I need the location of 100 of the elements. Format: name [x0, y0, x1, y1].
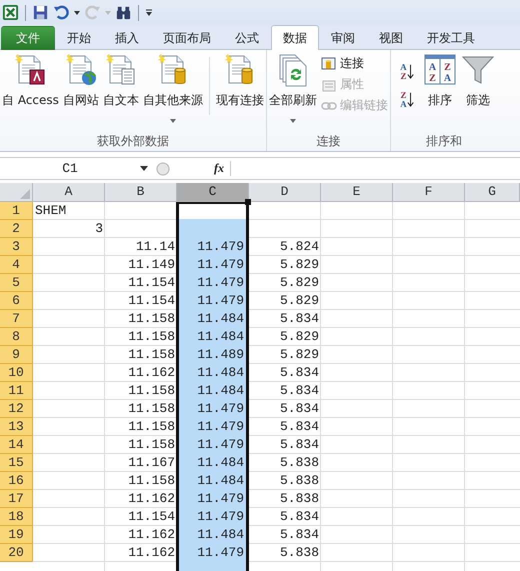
table-cell-text: 11.158: [127, 400, 176, 418]
table-cell-text: 11.158: [127, 328, 176, 346]
sort-dialog-icon: A Z Z A: [422, 53, 457, 87]
column-header[interactable]: A: [33, 183, 105, 202]
ribbon-tab[interactable]: 数据: [271, 25, 319, 50]
table-cell-text: 5.829: [278, 328, 320, 346]
table-cell-text: 11.154: [127, 274, 176, 292]
table-cell-text: 11.484: [196, 328, 245, 346]
ribbon-tab[interactable]: 插入: [103, 26, 151, 50]
row-header[interactable]: 6: [0, 292, 33, 310]
insert-function-button[interactable]: fx: [214, 161, 231, 176]
caret-icon: [290, 119, 296, 123]
ribbon-button[interactable]: 自其他来源: [140, 53, 205, 123]
row-header[interactable]: 19: [0, 526, 33, 544]
table-cell-text: 11.479: [196, 418, 245, 436]
table-cell-text: 11.14: [134, 238, 176, 256]
column-header[interactable]: B: [105, 183, 177, 202]
table-cell-text: 5.834: [278, 526, 320, 544]
row-header[interactable]: 1: [0, 202, 33, 220]
table-cell-text: SHEM: [34, 202, 68, 220]
row-header[interactable]: 10: [0, 364, 33, 382]
ribbon-group-label: 排序和: [424, 133, 463, 150]
table-cell-text: 11.479: [196, 490, 245, 508]
ribbon-tab[interactable]: 公式: [223, 26, 271, 50]
table-cell-text: 5.829: [278, 256, 320, 274]
table-cell-text: 11.158: [127, 418, 176, 436]
table-cell-text: 11.154: [127, 508, 176, 526]
row-header[interactable]: 9: [0, 346, 33, 364]
file-tab[interactable]: 文件: [1, 26, 55, 50]
table-cell-text: 11.479: [196, 436, 245, 454]
row-header[interactable]: 7: [0, 310, 33, 328]
table-cell-text: 11.158: [127, 346, 176, 364]
table-cell-text: 11.479: [196, 292, 245, 310]
caret-icon: [170, 119, 176, 123]
table-cell-text: 11.162: [127, 544, 176, 562]
table-cell-text: 11.158: [127, 382, 176, 400]
row-header[interactable]: 5: [0, 274, 33, 292]
binoculars-icon[interactable]: [115, 4, 132, 21]
table-cell-text: 11.479: [196, 238, 245, 256]
row-header[interactable]: 12: [0, 400, 33, 418]
table-cell-text: 11.484: [196, 472, 245, 490]
redo-icon: [84, 4, 101, 21]
ribbon-tab[interactable]: 审阅: [319, 26, 367, 50]
ribbon-tab[interactable]: 页面布局: [151, 26, 223, 50]
splitter-grip-icon[interactable]: [156, 162, 170, 176]
row-header[interactable]: 4: [0, 256, 33, 274]
spreadsheet-logo-icon[interactable]: [2, 4, 19, 21]
table-cell-text: 5.838: [278, 454, 320, 472]
ribbon-button[interactable]: 现有连接: [214, 53, 266, 109]
undo-icon[interactable]: [53, 4, 70, 21]
ribbon-small-button[interactable]: 连接: [318, 55, 390, 72]
table-cell-text: 5.829: [278, 292, 320, 310]
dropdown-caret-icon[interactable]: [140, 166, 148, 171]
ribbon-button[interactable]: 全部刷新: [266, 53, 319, 123]
customize-toolbar-icon[interactable]: [145, 8, 153, 18]
table-cell-text: 11.479: [196, 274, 245, 292]
row-header[interactable]: 13: [0, 418, 33, 436]
ribbon-button[interactable]: 筛选: [458, 53, 497, 109]
row-header[interactable]: 14: [0, 436, 33, 454]
ribbon-tab[interactable]: 视图: [367, 26, 415, 50]
table-cell-text: 11.149: [127, 256, 176, 274]
table-cell-text: 5.824: [278, 238, 320, 256]
row-header[interactable]: 15: [0, 454, 33, 472]
table-cell-text: 5.834: [278, 310, 320, 328]
column-header[interactable]: D: [249, 183, 321, 202]
column-header[interactable]: E: [321, 183, 393, 202]
ribbon-tab[interactable]: 开发工具: [415, 26, 487, 50]
active-cell[interactable]: [179, 204, 246, 219]
save-icon[interactable]: [32, 4, 49, 21]
row-header[interactable]: 20: [0, 544, 33, 562]
table-cell-text: 11.484: [196, 454, 245, 472]
ribbon-button[interactable]: 自文本: [100, 53, 141, 109]
access-document-icon: [13, 53, 48, 87]
ribbon-tab[interactable]: 开始: [55, 26, 103, 50]
row-header[interactable]: 17: [0, 490, 33, 508]
ribbon-button[interactable]: 自 Access: [0, 53, 61, 109]
row-header[interactable]: 2: [0, 220, 33, 238]
table-cell-text: 11.158: [127, 310, 176, 328]
table-cell-text: 11.162: [127, 490, 176, 508]
ribbon-button[interactable]: 自网站: [60, 53, 101, 109]
table-cell-text: 11.158: [127, 472, 176, 490]
table-cell-text: 5.829: [278, 346, 320, 364]
row-header[interactable]: 16: [0, 472, 33, 490]
name-box[interactable]: C1: [0, 161, 140, 176]
fill-handle[interactable]: [245, 199, 251, 205]
table-cell-text: 5.834: [278, 508, 320, 526]
table-cell-text: 11.158: [127, 436, 176, 454]
column-header[interactable]: F: [393, 183, 465, 202]
table-cell-text: 11.167: [127, 454, 176, 472]
table-cell-text: 5.834: [278, 418, 320, 436]
row-header[interactable]: 11: [0, 382, 33, 400]
table-cell-text: 5.838: [278, 472, 320, 490]
ribbon-button[interactable]: A Z Z A 排序: [420, 53, 459, 109]
row-header[interactable]: 3: [0, 238, 33, 256]
row-header[interactable]: 8: [0, 328, 33, 346]
table-cell-text: 5.834: [278, 382, 320, 400]
column-header[interactable]: C: [177, 183, 249, 202]
column-header[interactable]: G: [465, 183, 520, 202]
row-header[interactable]: 18: [0, 508, 33, 526]
dropdown-caret-icon[interactable]: [74, 10, 80, 14]
